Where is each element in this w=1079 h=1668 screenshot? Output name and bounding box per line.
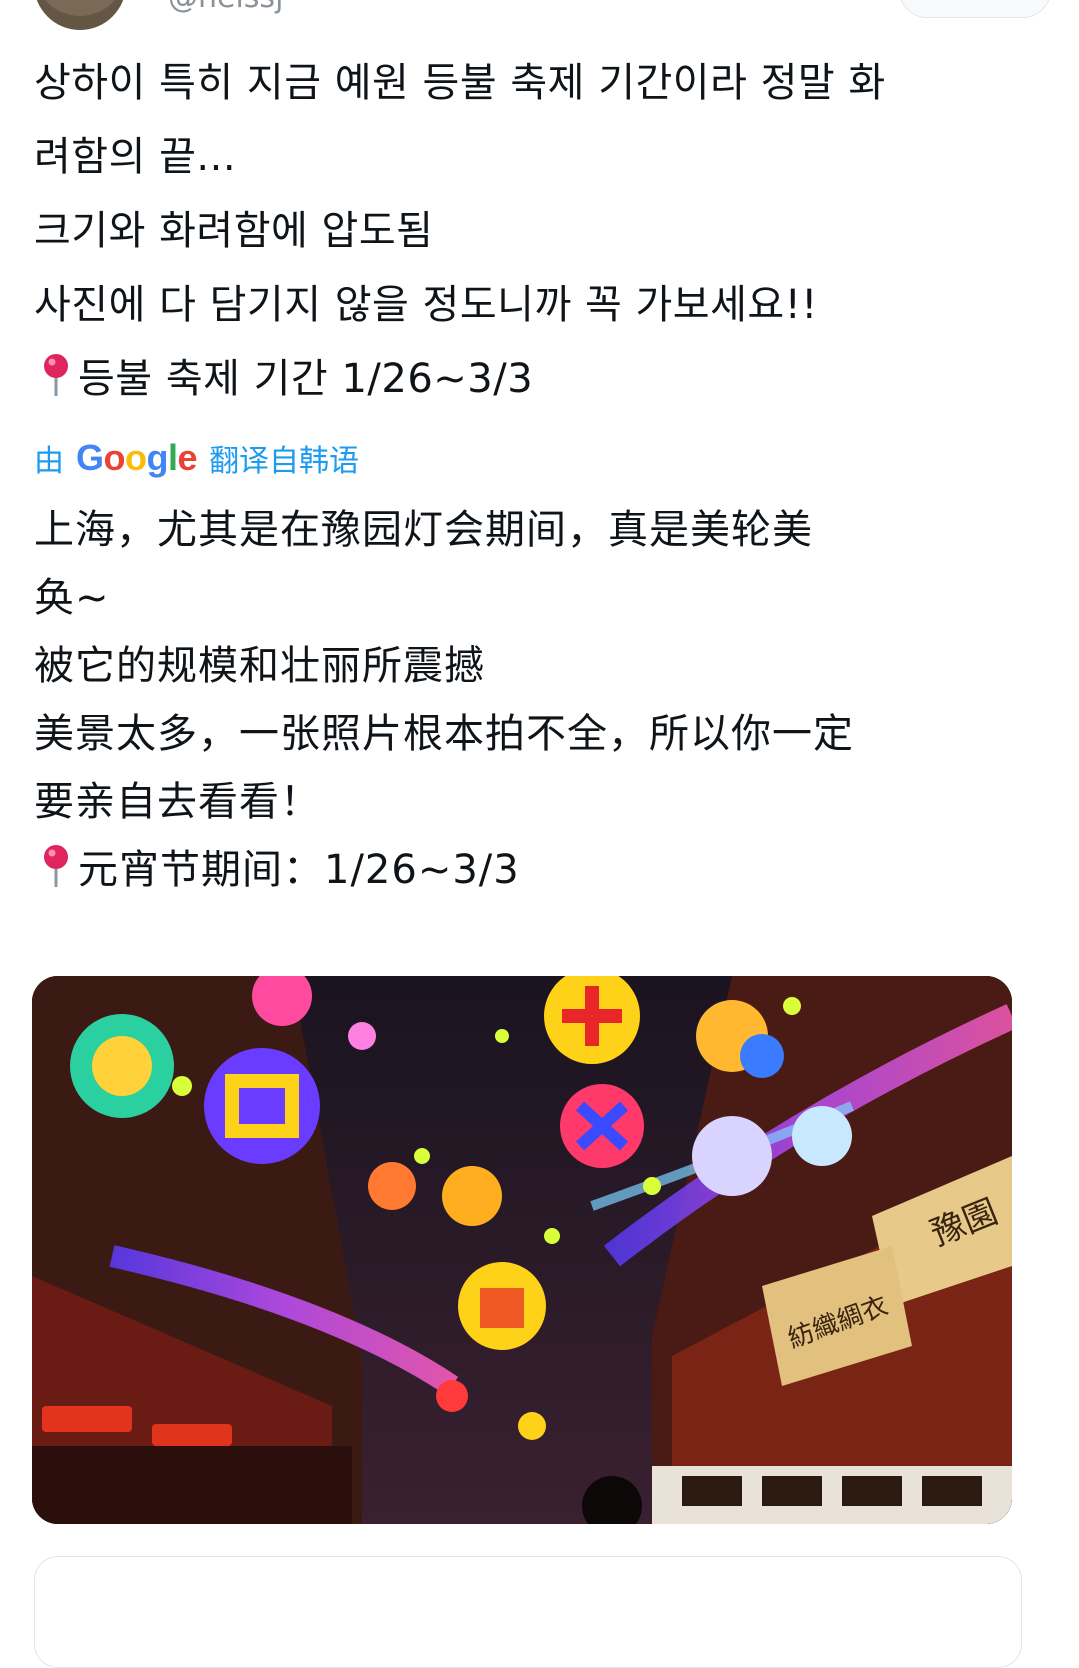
avatar[interactable] <box>34 0 126 30</box>
translation-prefix: 由 <box>34 444 64 479</box>
round-pushpin-icon <box>34 836 78 904</box>
tweet-date-line: 등불 축제 기간 1/26~3/3 <box>78 356 534 402</box>
tweet-text: 상하이 특히 지금 예원 등불 축제 기간이라 정말 화 려함의 끝... 크기… <box>34 46 1034 416</box>
tweet-original-text: 상하이 특히 지금 예원 등불 축제 기간이라 정말 화 려함의 끝... 크기… <box>34 60 886 328</box>
translation-suffix: 翻译自韩语 <box>209 444 360 479</box>
translation-attribution[interactable]: 由 Google 翻译自韩语 <box>34 436 359 480</box>
translated-date-line: 元宵节期间：1/26~3/3 <box>78 847 520 893</box>
google-logo: Google <box>76 437 198 478</box>
follow-button[interactable] <box>899 0 1051 18</box>
translated-text: 上海，尤其是在豫园灯会期间，真是美轮美 奂~ 被它的规模和壮丽所震撼 美景太多，… <box>34 496 1024 904</box>
tweet-photo[interactable]: 豫園 紡織綢衣 <box>32 976 1012 1524</box>
lantern-festival-photo: 豫園 紡織綢衣 <box>32 976 1012 1524</box>
translated-body: 上海，尤其是在豫园灯会期间，真是美轮美 奂~ 被它的规模和壮丽所震撼 美景太多，… <box>34 507 854 825</box>
round-pushpin-icon <box>34 342 78 416</box>
user-handle[interactable]: @neissj <box>168 0 283 15</box>
quoted-card-edge[interactable] <box>34 1556 1022 1668</box>
